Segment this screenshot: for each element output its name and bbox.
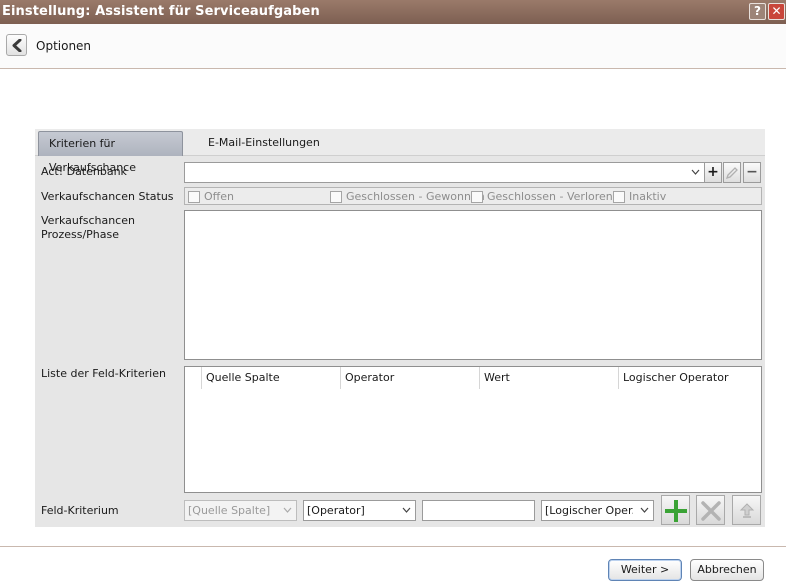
status-open-label: Offen [204, 190, 234, 203]
process-phase-list[interactable] [184, 210, 762, 360]
remove-database-button[interactable]: − [743, 162, 761, 183]
status-won-label: Geschlossen - Gewonnen [346, 190, 485, 203]
move-up-button[interactable] [732, 495, 761, 525]
source-column-value: [Quelle Spalte] [188, 504, 271, 517]
chevron-down-icon [283, 507, 292, 513]
next-button[interactable]: Weiter > [608, 559, 682, 581]
process-label-line2: Prozess/Phase [41, 228, 120, 241]
options-bar: Optionen [0, 24, 786, 69]
status-checkbox-group: Offen Geschlossen - Gewonnen Geschlossen… [184, 187, 762, 205]
column-header-operator[interactable]: Operator [340, 367, 480, 389]
database-label: Act! Datenbank [41, 165, 127, 178]
status-lost-checkbox[interactable]: Geschlossen - Verloren [471, 190, 613, 203]
delete-criterion-button[interactable] [696, 495, 725, 525]
help-button[interactable]: ? [749, 3, 766, 20]
plus-icon [665, 500, 687, 522]
chevron-down-icon [402, 507, 411, 513]
chevron-down-icon [640, 507, 649, 513]
window-title: Einstellung: Assistent für Serviceaufgab… [2, 4, 320, 19]
field-criterion-label: Feld-Kriterium [41, 504, 119, 517]
chevron-down-icon [691, 169, 700, 175]
delete-x-icon [701, 501, 721, 521]
database-select[interactable] [184, 162, 705, 183]
arrow-up-icon [739, 503, 755, 518]
operator-select[interactable]: [Operator] [303, 500, 416, 521]
operator-value: [Operator] [307, 504, 365, 517]
status-label: Verkaufschancen Status [41, 190, 174, 203]
pencil-icon [725, 167, 738, 180]
edit-database-button[interactable] [723, 162, 741, 183]
footer-divider [0, 546, 786, 547]
status-open-checkbox[interactable]: Offen [188, 190, 234, 203]
tab-opportunity-criteria[interactable]: Kriterien für Verkaufschance [38, 131, 183, 174]
options-label: Optionen [36, 39, 92, 53]
title-bar: Einstellung: Assistent für Serviceaufgab… [0, 0, 786, 24]
checkbox-icon [188, 190, 200, 203]
logical-operator-value: [Logischer Oper... [545, 504, 633, 517]
tab-email-settings[interactable]: E-Mail-Einstellungen [198, 131, 330, 156]
status-inactive-label: Inaktiv [629, 190, 667, 203]
process-label-line1: Verkaufschancen [41, 214, 135, 227]
criteria-list-label: Liste der Feld-Kriterien [41, 367, 166, 380]
column-header-source[interactable]: Quelle Spalte [201, 367, 341, 389]
status-lost-label: Geschlossen - Verloren [487, 190, 613, 203]
logical-operator-select[interactable]: [Logischer Oper... [541, 500, 654, 521]
close-button[interactable]: ✕ [768, 3, 785, 20]
add-database-button[interactable]: + [704, 162, 722, 183]
checkbox-icon [613, 190, 625, 203]
column-header-logical-operator[interactable]: Logischer Operator [618, 367, 761, 389]
criteria-panel: Kriterien für Verkaufschance E-Mail-Eins… [35, 129, 765, 527]
back-button[interactable] [6, 34, 27, 56]
criteria-grid[interactable]: Quelle Spalte Operator Wert Logischer Op… [184, 366, 762, 493]
checkbox-icon [330, 190, 342, 203]
status-inactive-checkbox[interactable]: Inaktiv [613, 190, 666, 203]
add-criterion-button[interactable] [661, 495, 690, 525]
chevron-left-icon [12, 39, 22, 52]
checkbox-icon [471, 190, 483, 203]
column-header-value[interactable]: Wert [479, 367, 619, 389]
status-won-checkbox[interactable]: Geschlossen - Gewonnen [330, 190, 485, 203]
tab-strip: Kriterien für Verkaufschance E-Mail-Eins… [35, 129, 765, 174]
source-column-select[interactable]: [Quelle Spalte] [184, 500, 297, 521]
value-input[interactable] [422, 500, 535, 521]
cancel-button[interactable]: Abbrechen [690, 559, 764, 581]
